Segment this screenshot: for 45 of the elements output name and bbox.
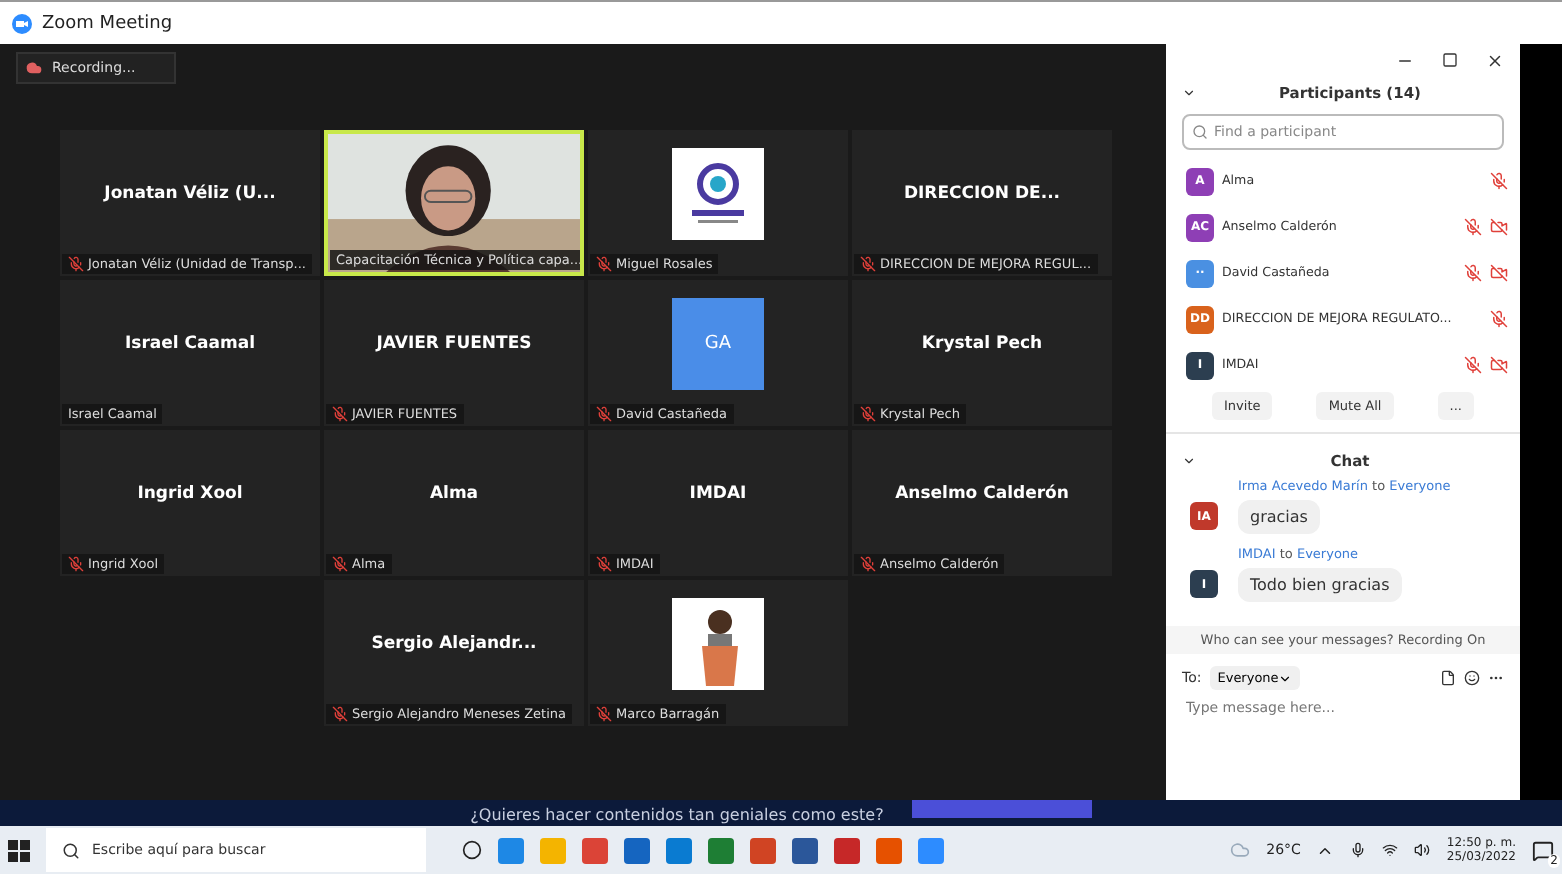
speaker-icon[interactable] [1414,842,1431,858]
participant-name: Sergio Alejandr... [371,633,537,653]
logo-icon [672,147,764,239]
collapse-icon[interactable] [1182,85,1196,99]
app-icon[interactable] [918,837,944,863]
podium-figure-icon [672,597,764,689]
maximize-icon[interactable] [1442,52,1458,68]
collapse-icon[interactable] [1182,453,1196,467]
weather-icon [1230,840,1251,860]
notification-icon[interactable] [1532,839,1554,861]
mic-icon[interactable] [1350,842,1367,858]
participant-name: Krystal Pech [921,333,1043,353]
participant-name: Alma [429,483,479,503]
participant-name: Jonatan Véliz (U... [104,183,276,203]
camera-app-icon [12,13,32,33]
message-text: Todo bien gracias [1238,568,1402,602]
app-icon[interactable] [498,837,524,863]
participant-name: Anselmo Calderón [895,483,1069,503]
caret-icon [1278,671,1293,685]
participant-name: IMDAI [689,483,747,503]
app-icon[interactable] [750,837,776,863]
banner-text: ¿Quieres hacer contenidos tan geniales como este? [470,806,884,824]
search-icon [62,841,80,859]
app-icon[interactable] [666,837,692,863]
message-text: gracias [1238,500,1320,534]
circle-icon[interactable] [462,840,482,860]
close-icon[interactable] [1486,52,1504,70]
wifi-icon[interactable] [1382,842,1399,858]
window-title: Zoom Meeting [42,13,173,33]
app-icon[interactable] [792,837,818,863]
app-icon[interactable] [876,837,902,863]
search-icon [1192,124,1208,140]
app-icon[interactable] [708,837,734,863]
app-icon[interactable] [624,837,650,863]
participant-name: DIRECCION DE... [903,183,1061,203]
participant-name: Israel Caamal [124,333,255,353]
participant-name: Ingrid Xool [137,483,243,503]
windows-start-icon[interactable] [8,839,30,861]
app-icon[interactable] [582,837,608,863]
emoji-icon[interactable] [1464,670,1480,686]
file-icon[interactable] [1440,670,1456,686]
cloud-icon [26,60,42,76]
participant-name: JAVIER FUENTES [376,333,532,353]
initials-avatar: GA [672,297,764,389]
app-icon[interactable] [834,837,860,863]
